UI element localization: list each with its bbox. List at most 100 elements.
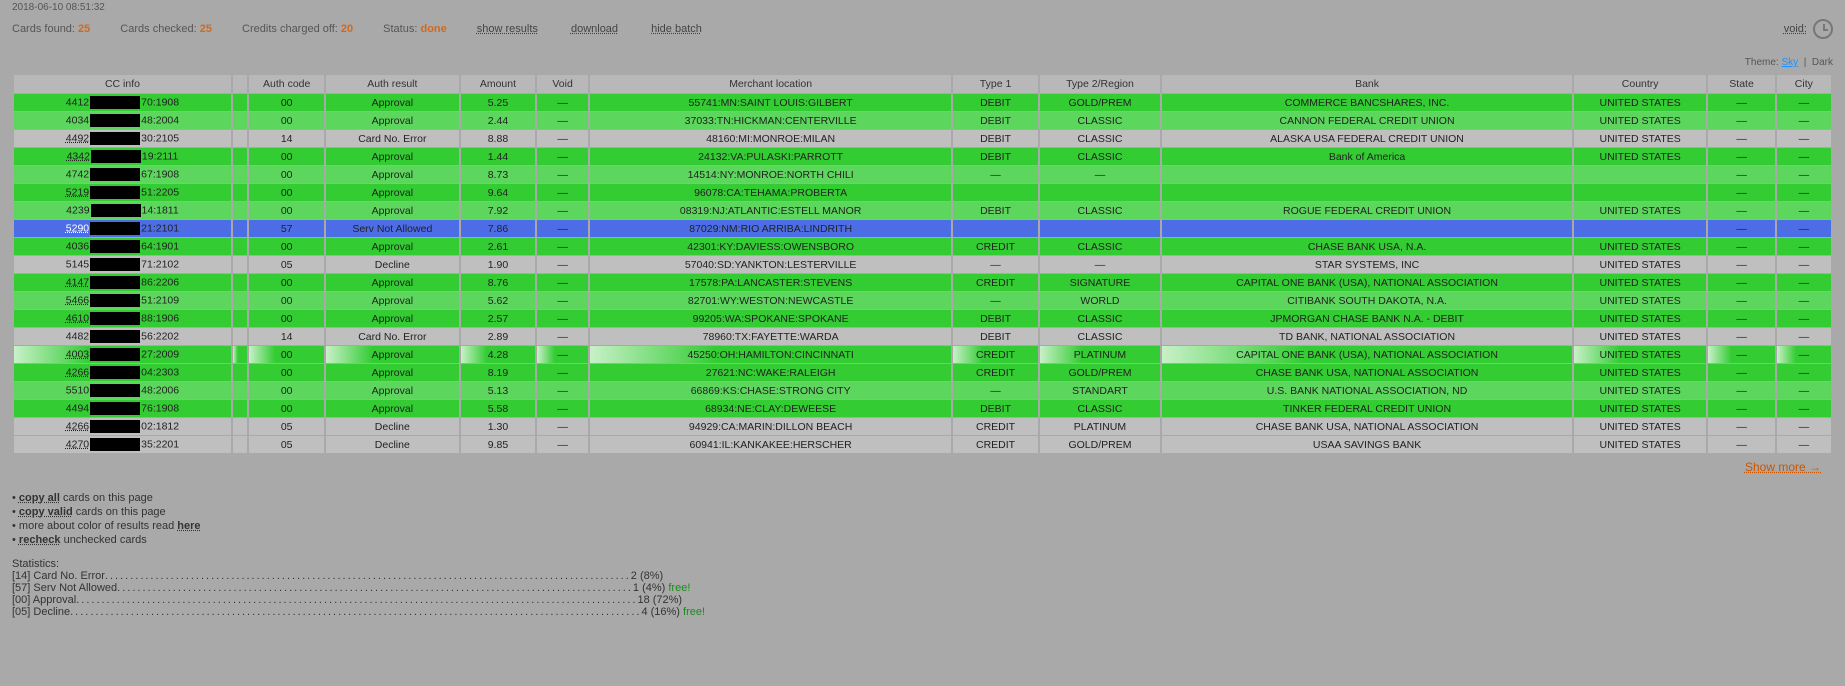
cell: 5.25 — [461, 94, 536, 111]
table-row[interactable]: 449476:190800Approval5.58—68934:NE:CLAY:… — [14, 400, 1831, 417]
cell: CHASE BANK USA, NATIONAL ASSOCIATION — [1162, 418, 1572, 435]
cell: — — [537, 184, 588, 201]
cell — [233, 436, 247, 453]
cell: GOLD/PREM — [1040, 436, 1160, 453]
cell: 521951:2205 — [14, 184, 231, 201]
cell: — — [953, 292, 1037, 309]
table-row[interactable]: 521951:220500Approval9.64—96078:CA:TEHAM… — [14, 184, 1831, 201]
table-row[interactable]: 427035:220105Decline9.85—60941:IL:KANKAK… — [14, 436, 1831, 453]
cell: — — [1708, 418, 1774, 435]
cell: — — [537, 310, 588, 327]
show-more-link[interactable]: Show more → — [1745, 460, 1821, 474]
table-row[interactable]: 514571:210205Decline1.90—57040:SD:YANKTO… — [14, 256, 1831, 273]
cell: — — [1708, 112, 1774, 129]
stats-line: [57] Serv Not Allowed...................… — [12, 582, 1833, 594]
cell: UNITED STATES — [1574, 400, 1707, 417]
cell: — — [1777, 238, 1831, 255]
cell: — — [1040, 166, 1160, 183]
credits-charged: Credits charged off: 20 — [242, 23, 353, 35]
topbar: Cards found: 25 Cards checked: 25 Credit… — [12, 19, 1833, 39]
hide-batch-link[interactable]: hide batch — [651, 23, 702, 35]
cell: 17578:PA:LANCASTER:STEVENS — [590, 274, 951, 291]
cell: — — [537, 256, 588, 273]
cell: 449476:1908 — [14, 400, 231, 417]
table-row[interactable]: 449230:210514Card No. Error8.88—48160:MI… — [14, 130, 1831, 147]
cell: 55741:MN:SAINT LOUIS:GILBERT — [590, 94, 951, 111]
col-header: Bank — [1162, 75, 1572, 93]
col-header: Merchant location — [590, 75, 951, 93]
cell: 441270:1908 — [14, 94, 231, 111]
cell: — — [537, 328, 588, 345]
col-header: Void — [537, 75, 588, 93]
theme-sky[interactable]: Sky — [1781, 57, 1798, 68]
table-row[interactable]: 414786:220600Approval8.76—17578:PA:LANCA… — [14, 274, 1831, 291]
cell: — — [1708, 256, 1774, 273]
cell: — — [1777, 436, 1831, 453]
col-header: Country — [1574, 75, 1707, 93]
cell: 9.85 — [461, 436, 536, 453]
cell: 529021:2101 — [14, 220, 231, 237]
cell: — — [1708, 184, 1774, 201]
cell: 00 — [249, 346, 324, 363]
theme-dark[interactable]: Dark — [1812, 57, 1833, 68]
cell: 00 — [249, 202, 324, 219]
cell: 5.58 — [461, 400, 536, 417]
cell — [233, 382, 247, 399]
table-row[interactable]: 434219:211100Approval1.44—24132:VA:PULAS… — [14, 148, 1831, 165]
cell: — — [1777, 364, 1831, 381]
stats-line: [14] Card No. Error.....................… — [12, 570, 1833, 582]
cell: — — [537, 418, 588, 435]
table-row[interactable]: 423914:181100Approval7.92—08319:NJ:ATLAN… — [14, 202, 1831, 219]
show-results-link[interactable]: show results — [477, 23, 538, 35]
cell: 7.92 — [461, 202, 536, 219]
download-link[interactable]: download — [571, 23, 618, 35]
cell: 8.76 — [461, 274, 536, 291]
cell: — — [1777, 310, 1831, 327]
cell — [233, 328, 247, 345]
cell: UNITED STATES — [1574, 112, 1707, 129]
table-row[interactable]: 461088:190600Approval2.57—99205:WA:SPOKA… — [14, 310, 1831, 327]
copy-all-link[interactable]: copy all — [19, 492, 60, 504]
table-row[interactable]: 400327:200900Approval4.28—45250:OH:HAMIL… — [14, 346, 1831, 363]
cell: — — [537, 112, 588, 129]
cell — [233, 418, 247, 435]
cell — [1040, 184, 1160, 201]
cell: 5.62 — [461, 292, 536, 309]
table-row[interactable]: 546651:210900Approval5.62—82701:WY:WESTO… — [14, 292, 1831, 309]
cell: Approval — [326, 364, 459, 381]
table-row[interactable]: 426604:230300Approval8.19—27621:NC:WAKE:… — [14, 364, 1831, 381]
cell: — — [1708, 166, 1774, 183]
cell: 546651:2109 — [14, 292, 231, 309]
table-row[interactable]: 426602:181205Decline1.30—94929:CA:MARIN:… — [14, 418, 1831, 435]
table-row[interactable]: 448256:220214Card No. Error2.89—78960:TX… — [14, 328, 1831, 345]
table-row[interactable]: 474267:190800Approval8.73—14514:NY:MONRO… — [14, 166, 1831, 183]
cell: Approval — [326, 148, 459, 165]
cell: — — [1708, 400, 1774, 417]
cell: — — [537, 202, 588, 219]
void-link[interactable]: void: — [1784, 23, 1807, 35]
cell: U.S. BANK NATIONAL ASSOCIATION, ND — [1162, 382, 1572, 399]
cell: 00 — [249, 94, 324, 111]
recheck-link[interactable]: recheck — [19, 534, 61, 546]
copy-valid-link[interactable]: copy valid — [19, 506, 73, 518]
table-row[interactable]: 441270:190800Approval5.25—55741:MN:SAINT… — [14, 94, 1831, 111]
stats-line: [05] Decline............................… — [12, 606, 1833, 618]
cell: UNITED STATES — [1574, 256, 1707, 273]
cell — [233, 400, 247, 417]
cell: 2.89 — [461, 328, 536, 345]
cell — [233, 184, 247, 201]
cell: Decline — [326, 418, 459, 435]
table-row[interactable]: 403664:190100Approval2.61—42301:KY:DAVIE… — [14, 238, 1831, 255]
cell: — — [537, 382, 588, 399]
cell — [953, 184, 1037, 201]
table-row[interactable]: 529021:210157Serv Not Allowed7.86—87029:… — [14, 220, 1831, 237]
table-row[interactable]: 551048:200600Approval5.13—66869:KS:CHASE… — [14, 382, 1831, 399]
cell: — — [953, 382, 1037, 399]
cell: Approval — [326, 382, 459, 399]
cell: 449230:2105 — [14, 130, 231, 147]
table-row[interactable]: 403448:200400Approval2.44—37033:TN:HICKM… — [14, 112, 1831, 129]
col-header: Amount — [461, 75, 536, 93]
cell: — — [1708, 130, 1774, 147]
color-help-link[interactable]: here — [177, 520, 200, 532]
cell: CREDIT — [953, 418, 1037, 435]
